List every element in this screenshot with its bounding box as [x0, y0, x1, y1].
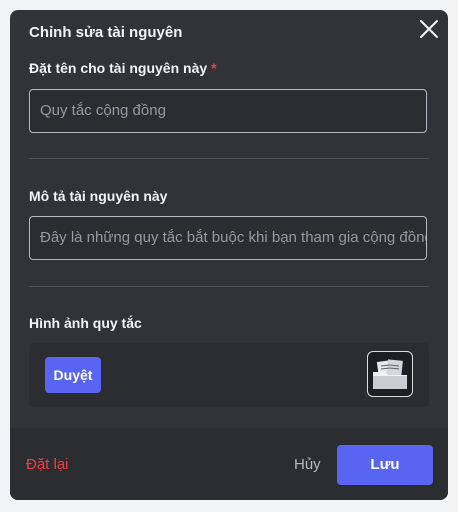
image-field-label: Hình ảnh quy tắc — [29, 315, 142, 331]
name-field-label: Đặt tên cho tài nguyên này * — [29, 60, 217, 76]
dialog-footer: Đặt lại Hủy Lưu — [10, 428, 448, 500]
resource-description-input[interactable]: Đây là những quy tắc bắt buộc khi bạn th… — [29, 216, 427, 260]
reset-button[interactable]: Đặt lại — [26, 456, 69, 473]
description-field-label: Mô tả tài nguyên này — [29, 188, 168, 204]
folder-documents-icon — [373, 359, 407, 389]
image-upload-area: Duyệt — [29, 343, 429, 407]
dialog-title: Chỉnh sửa tài nguyên — [29, 24, 183, 41]
save-button[interactable]: Lưu — [337, 445, 433, 485]
browse-button[interactable]: Duyệt — [45, 357, 101, 393]
close-button[interactable] — [418, 18, 440, 40]
section-divider — [29, 158, 429, 159]
section-divider — [29, 286, 429, 287]
close-icon — [420, 20, 438, 38]
image-thumbnail[interactable] — [367, 351, 413, 397]
cancel-button[interactable]: Hủy — [294, 456, 321, 473]
edit-resource-dialog: Chỉnh sửa tài nguyên Đặt tên cho tài ngu… — [10, 10, 448, 500]
required-asterisk: * — [211, 60, 217, 76]
name-label-text: Đặt tên cho tài nguyên này — [29, 60, 208, 76]
resource-name-input[interactable]: Quy tắc cộng đồng — [29, 89, 427, 133]
